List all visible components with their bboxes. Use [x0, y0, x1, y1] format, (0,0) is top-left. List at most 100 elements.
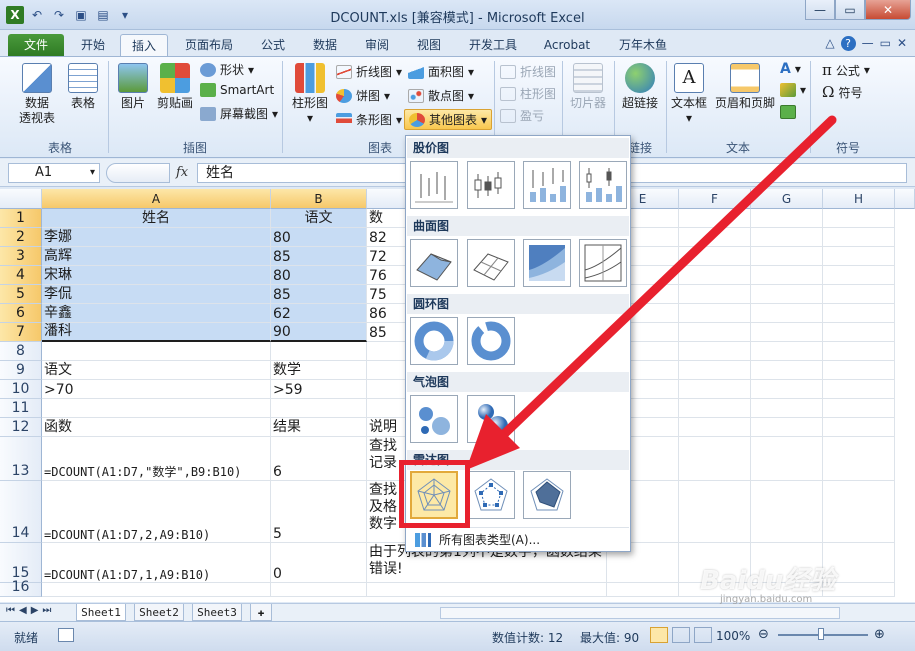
- sheet-tab-1[interactable]: Sheet1: [76, 604, 126, 621]
- signature-button[interactable]: ▾: [780, 83, 806, 97]
- cell-empty[interactable]: [679, 418, 751, 437]
- doc-close-icon[interactable]: ✕: [897, 36, 907, 51]
- row-header[interactable]: 16: [0, 579, 42, 597]
- cell-empty[interactable]: [823, 285, 895, 304]
- cell-b-5[interactable]: 85: [271, 285, 367, 304]
- column-header-f[interactable]: F: [679, 189, 751, 209]
- column-header-a[interactable]: A: [42, 189, 271, 209]
- textbox-button[interactable]: A 文本框 ▾: [668, 63, 710, 126]
- stock-chart-ohlc-item[interactable]: [467, 161, 515, 209]
- column-header-h[interactable]: H: [823, 189, 895, 209]
- stock-chart-hlc-item[interactable]: [410, 161, 458, 209]
- stock-chart-vhlc-item[interactable]: [523, 161, 571, 209]
- cell-c-16[interactable]: [367, 583, 607, 597]
- cell-empty[interactable]: [823, 304, 895, 323]
- row-header[interactable]: 6: [0, 304, 42, 323]
- object-button[interactable]: [780, 105, 796, 119]
- zoom-slider-thumb[interactable]: [818, 628, 824, 640]
- cell-b-16[interactable]: [271, 583, 367, 597]
- contour-wireframe-item[interactable]: [579, 239, 627, 287]
- cell-empty[interactable]: [823, 323, 895, 342]
- tab-developer[interactable]: 开发工具: [460, 34, 526, 56]
- cell-b-8[interactable]: [271, 342, 367, 361]
- cell-b-1[interactable]: 语文: [271, 209, 367, 228]
- tab-review[interactable]: 审阅: [354, 34, 400, 56]
- stock-chart-vohlc-item[interactable]: [579, 161, 627, 209]
- name-box[interactable]: A1 ▾: [8, 163, 100, 183]
- header-footer-button[interactable]: 页眉和页脚: [712, 63, 778, 111]
- cell-empty[interactable]: [751, 228, 823, 247]
- cell-empty[interactable]: [679, 342, 751, 361]
- other-charts-button[interactable]: 其他图表 ▾: [404, 109, 493, 130]
- cell-empty[interactable]: [679, 437, 751, 481]
- collapse-ribbon-icon[interactable]: △: [825, 36, 834, 51]
- cell-a-14[interactable]: =DCOUNT(A1:D7,2,A9:B10): [42, 481, 271, 543]
- sparkline-column-button[interactable]: 柱形图: [500, 85, 556, 102]
- tab-view[interactable]: 视图: [406, 34, 452, 56]
- cell-empty[interactable]: [679, 481, 751, 543]
- cell-empty[interactable]: [823, 399, 895, 418]
- cell-empty[interactable]: [751, 361, 823, 380]
- radar-markers-item[interactable]: [467, 471, 515, 519]
- row-header[interactable]: 14: [0, 481, 42, 543]
- sparkline-line-button[interactable]: 折线图: [500, 63, 556, 80]
- symbol-button[interactable]: Ω 符号: [822, 83, 862, 101]
- cell-empty[interactable]: [679, 304, 751, 323]
- row-header[interactable]: 8: [0, 342, 42, 361]
- row-header[interactable]: 15: [0, 543, 42, 583]
- cell-a-12[interactable]: 函数: [42, 418, 271, 437]
- row-header[interactable]: 7: [0, 323, 42, 342]
- help-icon[interactable]: ?: [840, 36, 856, 51]
- cell-empty[interactable]: [751, 399, 823, 418]
- column-header-g[interactable]: G: [751, 189, 823, 209]
- column-header-b[interactable]: B: [271, 189, 367, 209]
- cell-empty[interactable]: [679, 399, 751, 418]
- screenshot-button[interactable]: 屏幕截图 ▾: [200, 105, 278, 122]
- cell-empty[interactable]: [679, 361, 751, 380]
- area-chart-button[interactable]: 面积图 ▾: [408, 63, 474, 80]
- cell-a-6[interactable]: 辛鑫: [42, 304, 271, 323]
- cell-empty[interactable]: [823, 380, 895, 399]
- cell-empty[interactable]: [751, 437, 823, 481]
- cell-b-10[interactable]: >59: [271, 380, 367, 399]
- cell-b-9[interactable]: 数学: [271, 361, 367, 380]
- cell-b-14[interactable]: 5: [271, 481, 367, 543]
- cell-empty[interactable]: [751, 481, 823, 543]
- table-button[interactable]: 表格: [64, 63, 102, 111]
- bar-chart-button[interactable]: 条形图 ▾: [336, 111, 402, 128]
- cell-empty[interactable]: [823, 361, 895, 380]
- row-header[interactable]: 11: [0, 399, 42, 418]
- horizontal-scrollbar[interactable]: [440, 607, 840, 619]
- macro-record-icon[interactable]: [58, 628, 74, 642]
- normal-view-icon[interactable]: [650, 627, 668, 643]
- wordart-button[interactable]: A ▾: [780, 61, 801, 77]
- cell-empty[interactable]: [751, 285, 823, 304]
- filled-radar-item[interactable]: [523, 471, 571, 519]
- select-all-corner[interactable]: [0, 189, 42, 209]
- picture-button[interactable]: 图片: [114, 63, 152, 111]
- tab-formulas[interactable]: 公式: [250, 34, 296, 56]
- pivot-table-button[interactable]: 数据 透视表: [10, 63, 64, 126]
- cell-empty[interactable]: [751, 247, 823, 266]
- cell-b-3[interactable]: 85: [271, 247, 367, 266]
- page-layout-view-icon[interactable]: [672, 627, 690, 643]
- cell-b-12[interactable]: 结果: [271, 418, 367, 437]
- smartart-button[interactable]: SmartArt: [200, 83, 274, 97]
- cell-b-13[interactable]: 6: [271, 437, 367, 481]
- cell-empty[interactable]: [679, 323, 751, 342]
- zoom-level[interactable]: 100%: [716, 629, 750, 643]
- cell-a-11[interactable]: [42, 399, 271, 418]
- cell-empty[interactable]: [751, 209, 823, 228]
- cell-empty[interactable]: [679, 228, 751, 247]
- maximize-button[interactable]: ▭: [835, 0, 865, 20]
- cell-b-2[interactable]: 80: [271, 228, 367, 247]
- cell-b-4[interactable]: 80: [271, 266, 367, 285]
- formula-bar-splitter[interactable]: [106, 163, 170, 183]
- cell-a-2[interactable]: 李娜: [42, 228, 271, 247]
- row-header[interactable]: 9: [0, 361, 42, 380]
- exploded-doughnut-item[interactable]: [467, 317, 515, 365]
- row-header[interactable]: 5: [0, 285, 42, 304]
- cell-empty[interactable]: [823, 481, 895, 543]
- hyperlink-button[interactable]: 超链接: [618, 63, 662, 111]
- cell-empty[interactable]: [679, 247, 751, 266]
